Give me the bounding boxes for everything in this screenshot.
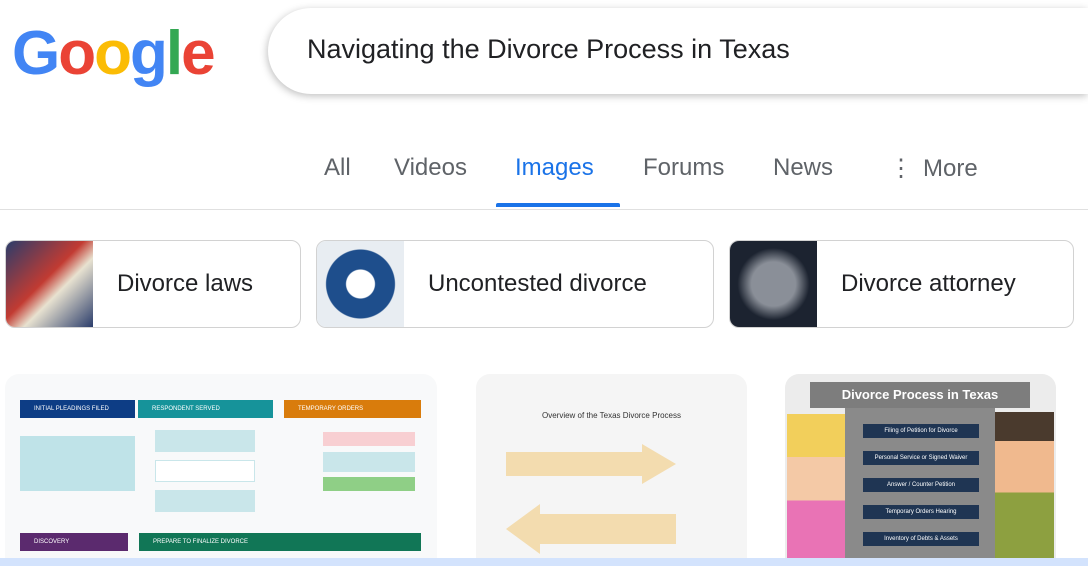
tab-more-label: More <box>923 155 978 182</box>
step-box: INITIAL PLEADINGS FILED <box>20 400 135 418</box>
more-vert-icon: ⋮ <box>889 155 913 182</box>
image-title: Overview of the Texas Divorce Process <box>541 411 681 420</box>
image-result-1[interactable]: INITIAL PLEADINGS FILED RESPONDENT SERVE… <box>5 374 437 558</box>
step-box: Temporary Orders Hearing <box>863 505 979 519</box>
active-tab-indicator <box>496 203 620 207</box>
logo-letter: o <box>94 19 132 88</box>
chip-uncontested-divorce[interactable]: Uncontested divorce <box>316 240 714 328</box>
step-box: Filing of Petition for Divorce <box>863 424 979 438</box>
step-box: Personal Service or Signed Waiver <box>863 451 979 465</box>
bottom-bar <box>0 558 1088 566</box>
chip-divorce-attorney[interactable]: Divorce attorney <box>729 240 1074 328</box>
tab-more[interactable]: ⋮ More <box>889 154 978 183</box>
logo-letter: e <box>181 19 216 88</box>
logo-letter: g <box>129 19 168 88</box>
step-box: PREPARE TO FINALIZE DIVORCE <box>139 533 421 551</box>
google-logo[interactable]: Google <box>12 18 216 89</box>
chip-thumbnail <box>6 241 93 327</box>
logo-letter: l <box>165 19 183 88</box>
divider <box>0 209 1088 210</box>
tab-all[interactable]: All <box>324 154 351 182</box>
search-query[interactable]: Navigating the Divorce Process in Texas <box>307 34 790 65</box>
tab-images[interactable]: Images <box>515 154 594 182</box>
step-box: Answer / Counter Petition <box>863 478 979 492</box>
tab-videos[interactable]: Videos <box>394 154 467 182</box>
step-box: DISCOVERY <box>20 533 128 551</box>
logo-letter: o <box>58 19 96 88</box>
tab-forums[interactable]: Forums <box>643 154 724 182</box>
chip-label: Divorce attorney <box>841 270 1016 297</box>
step-box: TEMPORARY ORDERS <box>284 400 421 418</box>
image-result-2[interactable]: Overview of the Texas Divorce Process <box>476 374 747 558</box>
chip-thumbnail <box>317 241 404 327</box>
chip-label: Divorce laws <box>117 270 254 297</box>
image-title: Divorce Process in Texas <box>810 382 1030 408</box>
step-box: RESPONDENT SERVED <box>138 400 273 418</box>
chip-divorce-laws[interactable]: Divorce laws <box>5 240 301 328</box>
search-input[interactable]: Navigating the Divorce Process in Texas <box>268 8 1088 94</box>
step-box: Inventory of Debts & Assets <box>863 532 979 546</box>
image-result-3[interactable]: Divorce Process in Texas Filing of Petit… <box>785 374 1056 558</box>
chip-thumbnail <box>730 241 817 327</box>
chip-label: Uncontested divorce <box>428 270 647 297</box>
logo-letter: G <box>12 19 60 88</box>
tab-news[interactable]: News <box>773 154 833 182</box>
